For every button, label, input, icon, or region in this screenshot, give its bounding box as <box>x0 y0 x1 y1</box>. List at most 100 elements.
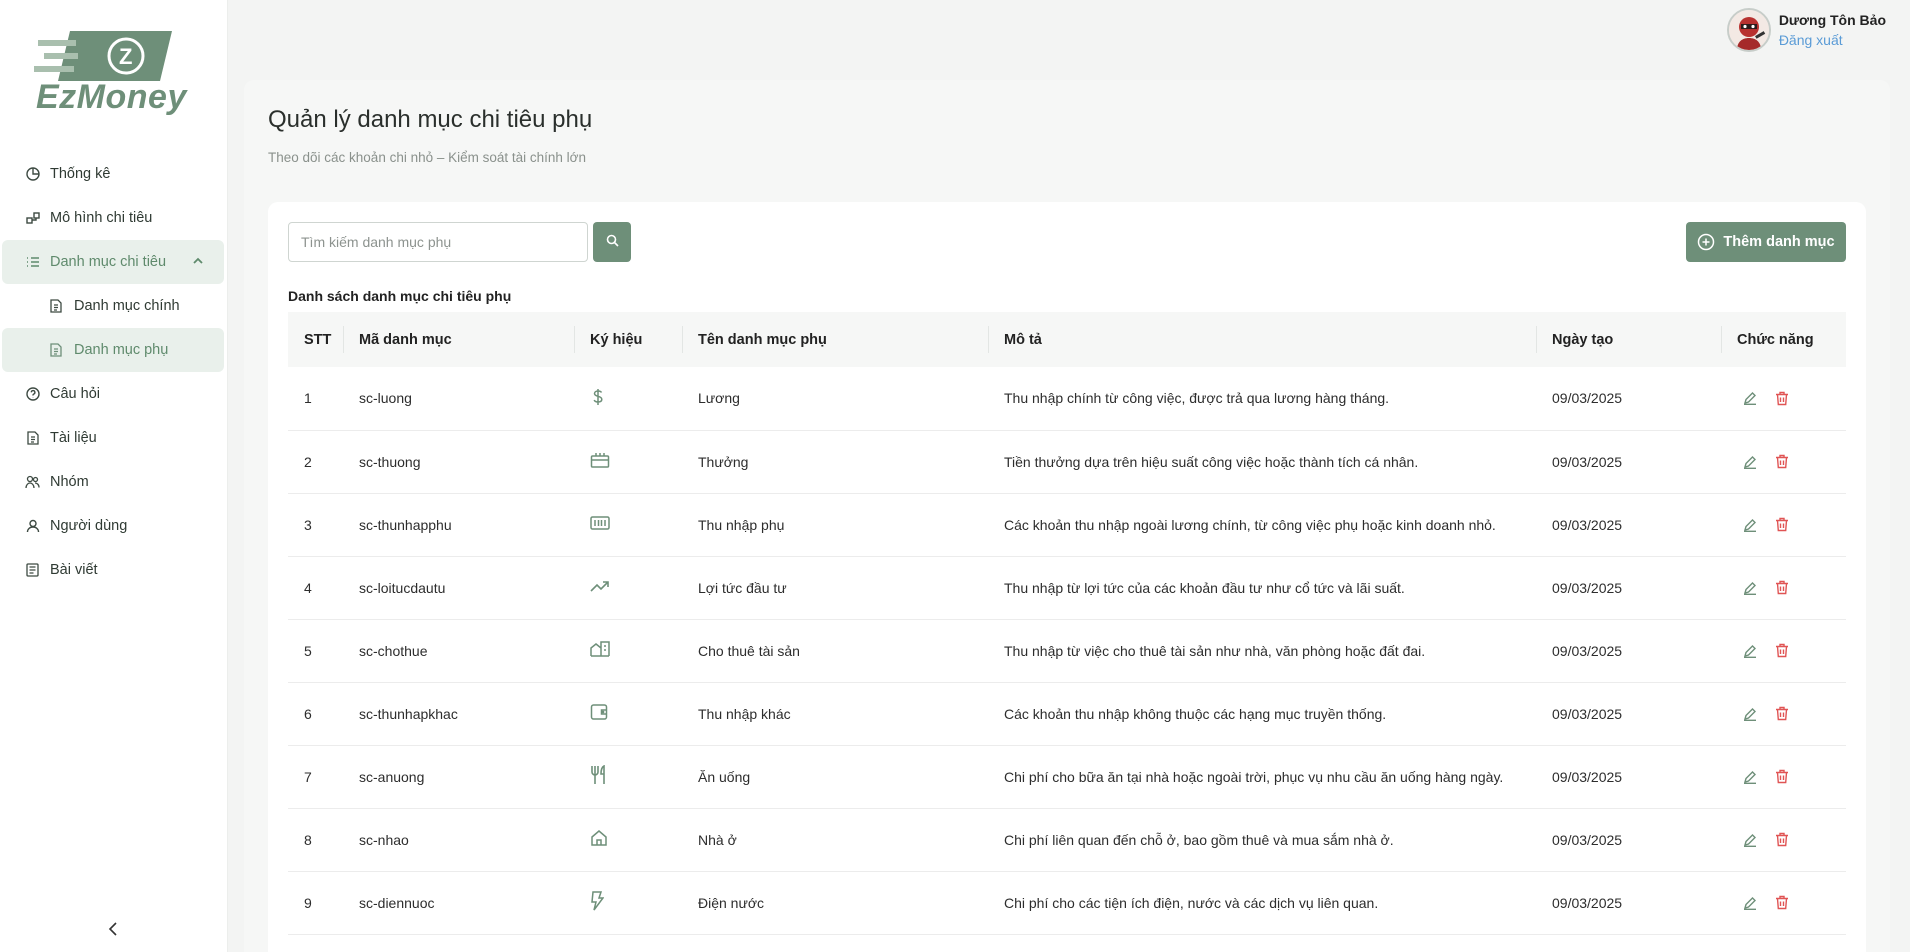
table-row[interactable]: 7 sc-anuong Ăn uống Chi phí cho bữa ăn t… <box>288 745 1846 808</box>
cell-name: Nhà ở <box>698 831 737 848</box>
sidebar-subitem-danh-muc-chinh[interactable]: Danh mục chính <box>0 284 228 328</box>
col-header-code[interactable]: Mã danh mục <box>343 312 574 367</box>
cell-name: Lương <box>698 390 740 407</box>
edit-icon[interactable] <box>1743 644 1757 658</box>
delete-trash-icon[interactable] <box>1775 391 1789 406</box>
sidebar-item-label: Nhóm <box>50 474 89 490</box>
table-row[interactable]: 3 sc-thunhapphu Thu nhập phụ Các khoản t… <box>288 493 1846 556</box>
cell-actions <box>1721 493 1846 556</box>
search-input[interactable] <box>288 222 588 262</box>
add-category-label: Thêm danh mục <box>1723 234 1835 250</box>
page-title: Quản lý danh mục chi tiêu phụ <box>268 106 593 133</box>
cell-stt: 3 <box>304 516 312 533</box>
delete-trash-icon[interactable] <box>1775 769 1789 784</box>
edit-icon[interactable] <box>1743 833 1757 847</box>
sidebar-item-nguoi-dung[interactable]: Người dùng <box>0 504 228 548</box>
col-header-symbol[interactable]: Ký hiệu <box>574 312 682 367</box>
sidebar-item-label: Danh mục chi tiêu <box>50 254 167 270</box>
sidebar-item-label: Tài liệu <box>50 430 97 446</box>
sidebar: Z EzMoney Thống kê Mô hình chi tiêu Danh… <box>0 0 228 952</box>
collapse-sidebar-chevron-left-icon[interactable] <box>106 918 120 940</box>
table-row[interactable]: 5 sc-chothue Cho thuê tài sản Thu nhập t… <box>288 619 1846 682</box>
add-category-button[interactable]: Thêm danh mục <box>1686 222 1846 262</box>
sidebar-subitem-label: Danh mục phụ <box>74 342 169 358</box>
edit-icon[interactable] <box>1743 518 1757 532</box>
cell-symbol <box>574 367 682 430</box>
cell-stt: 5 <box>304 642 312 659</box>
plus-circle-icon <box>1697 233 1715 251</box>
col-header-description[interactable]: Mô tả <box>988 312 1536 367</box>
cell-name: Cho thuê tài sản <box>698 642 800 659</box>
cell-created-date: 09/03/2025 <box>1552 642 1623 659</box>
article-icon <box>25 563 40 578</box>
col-header-name[interactable]: Tên danh mục phụ <box>682 312 988 367</box>
sidebar-item-thong-ke[interactable]: Thống kê <box>0 152 228 196</box>
delete-trash-icon[interactable] <box>1775 454 1789 469</box>
sidebar-item-nhom[interactable]: Nhóm <box>0 460 228 504</box>
edit-icon[interactable] <box>1743 455 1757 469</box>
table-row[interactable]: 4 sc-loitucdautu Lợi tức đầu tư Thu nhập… <box>288 556 1846 619</box>
bolt-icon <box>590 891 605 914</box>
logout-link[interactable]: Đăng xuất <box>1779 32 1886 48</box>
avatar[interactable] <box>1726 8 1771 52</box>
search-button[interactable] <box>593 222 631 262</box>
cell-created-date: 09/03/2025 <box>1552 768 1623 785</box>
delete-trash-icon[interactable] <box>1775 643 1789 658</box>
dollar-icon <box>590 388 606 409</box>
page-subtitle: Theo dõi các khoản chi nhỏ – Kiểm soát t… <box>268 150 587 165</box>
cell-actions <box>1721 556 1846 619</box>
edit-icon[interactable] <box>1743 707 1757 721</box>
cell-description: Chi phí liên quan đến chỗ ở, bao gồm thu… <box>1004 831 1394 848</box>
group-icon <box>25 475 40 490</box>
utensils-icon <box>590 764 608 788</box>
cell-stt: 6 <box>304 705 312 722</box>
table-row[interactable]: 1 sc-luong Lương Thu nhập chính từ công … <box>288 367 1846 430</box>
delete-trash-icon[interactable] <box>1775 706 1789 721</box>
table-row[interactable]: 9 sc-diennuoc Điện nước Chi phí cho các … <box>288 871 1846 934</box>
trending-up-icon <box>590 580 610 596</box>
cell-code: sc-loitucdautu <box>359 579 446 596</box>
cell-actions <box>1721 367 1846 430</box>
cell-code: sc-chothue <box>359 642 428 659</box>
building-icon <box>590 641 610 661</box>
delete-trash-icon[interactable] <box>1775 580 1789 595</box>
home-icon <box>590 830 608 850</box>
ezmoney-logo[interactable]: Z EzMoney <box>30 26 200 122</box>
sidebar-item-bai-viet[interactable]: Bài viết <box>0 548 228 592</box>
cell-actions <box>1721 808 1846 871</box>
cell-symbol <box>574 871 682 934</box>
sidebar-item-mo-hinh-chi-tieu[interactable]: Mô hình chi tiêu <box>0 196 228 240</box>
edit-icon[interactable] <box>1743 391 1757 406</box>
cell-description: Các khoản thu nhập không thuộc các hạng … <box>1004 705 1387 722</box>
sidebar-item-cau-hoi[interactable]: Câu hỏi <box>0 372 228 416</box>
table-row[interactable]: 6 sc-thunhapkhac Thu nhập khác Các khoản… <box>288 682 1846 745</box>
sidebar-item-danh-muc-chi-tieu[interactable]: Danh mục chi tiêu <box>2 240 224 284</box>
col-header-stt[interactable]: STT <box>288 312 343 367</box>
question-icon <box>25 387 40 402</box>
delete-trash-icon[interactable] <box>1775 517 1789 532</box>
sidebar-subitem-danh-muc-phu[interactable]: Danh mục phụ <box>2 328 224 372</box>
table-row[interactable]: 8 sc-nhao Nhà ở Chi phí liên quan đến ch… <box>288 808 1846 871</box>
cell-code: sc-thunhapphu <box>359 516 452 533</box>
cell-code: sc-diennuoc <box>359 894 435 911</box>
delete-trash-icon[interactable] <box>1775 832 1789 847</box>
col-header-created-date[interactable]: Ngày tạo <box>1536 312 1721 367</box>
cell-created-date: 09/03/2025 <box>1552 516 1623 533</box>
cell-created-date: 09/03/2025 <box>1552 453 1623 470</box>
model-icon <box>25 211 40 226</box>
edit-icon[interactable] <box>1743 581 1757 595</box>
cell-stt: 1 <box>304 390 312 407</box>
edit-icon[interactable] <box>1743 770 1757 784</box>
cell-description: Tiền thưởng dựa trên hiệu suất công việc… <box>1004 453 1419 470</box>
cell-actions <box>1721 682 1846 745</box>
file-icon <box>50 298 64 314</box>
user-name: Dương Tôn Bảo <box>1778 12 1886 28</box>
edit-icon[interactable] <box>1743 896 1757 910</box>
delete-trash-icon[interactable] <box>1775 895 1789 910</box>
cell-actions <box>1721 619 1846 682</box>
main-panel: Quản lý danh mục chi tiêu phụ Theo dõi c… <box>244 80 1890 952</box>
sidebar-item-tai-lieu[interactable]: Tài liệu <box>0 416 228 460</box>
table-row[interactable]: 2 sc-thuong Thưởng Tiền thưởng dựa trên … <box>288 430 1846 493</box>
cell-symbol <box>574 430 682 493</box>
user-menu: Dương Tôn Bảo Đăng xuất <box>1726 8 1886 52</box>
